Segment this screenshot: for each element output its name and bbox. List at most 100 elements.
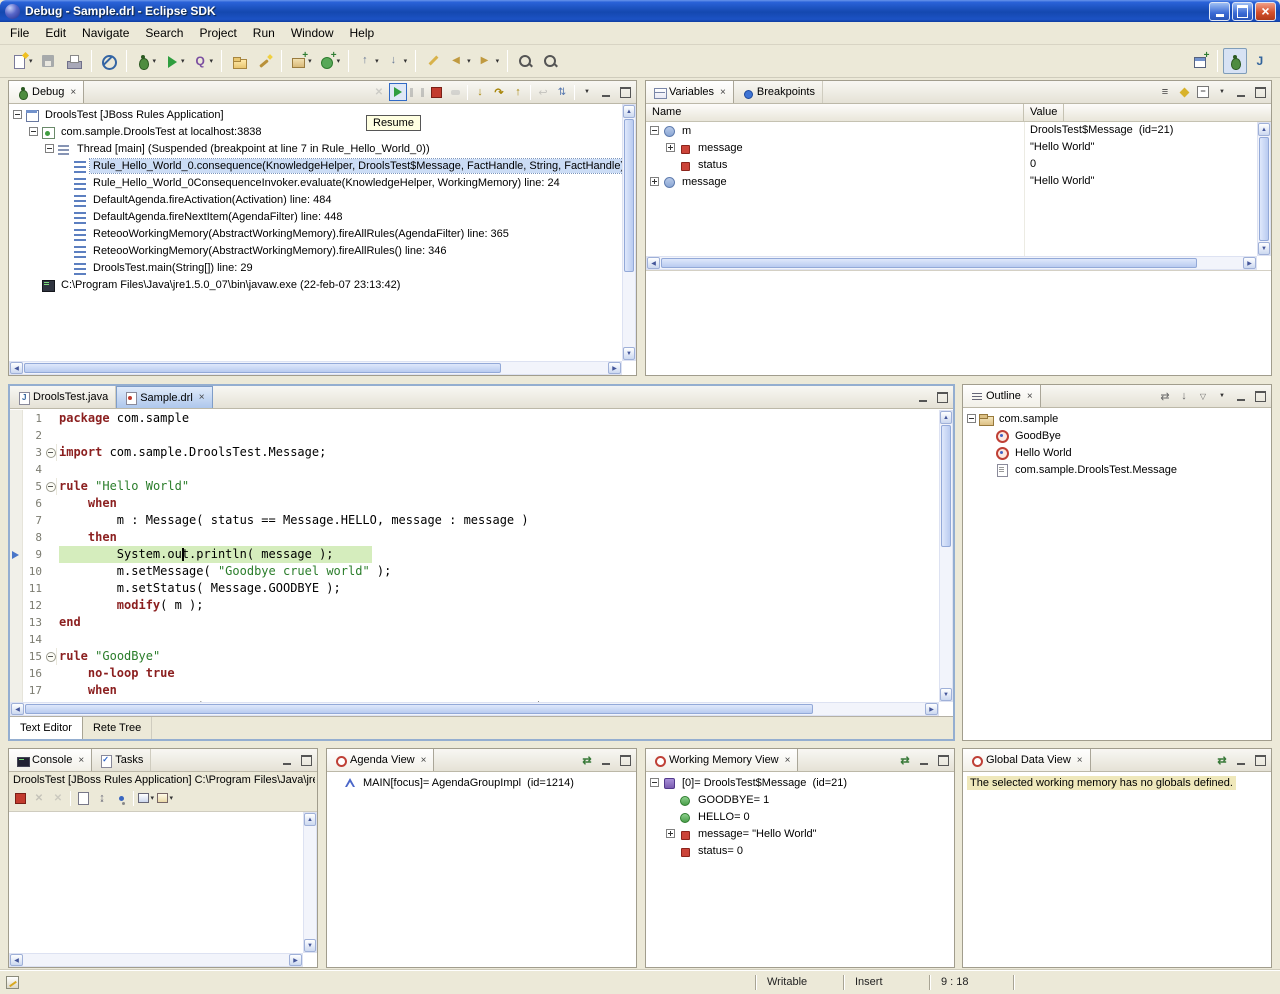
terminate-icon[interactable] [427,83,445,101]
expander-icon[interactable] [29,127,38,136]
breakpoint-margin[interactable] [10,546,23,563]
tree-row[interactable]: DroolsTest [JBoss Rules Application] [9,106,622,123]
breakpoint-margin[interactable] [10,631,23,648]
console-horizontal-scrollbar[interactable]: ◀ ▶ [9,953,303,967]
scrollbar-thumb[interactable] [661,258,1197,268]
tab-text-editor[interactable]: Text Editor [10,717,83,739]
maximize-view-icon[interactable] [616,751,634,769]
editor-horizontal-scrollbar[interactable]: ◀ ▶ [10,702,939,716]
tab-sample-drl[interactable]: Sample.drl × [116,386,212,408]
code-line[interactable]: 16 no-loop true [10,665,939,682]
dropdown-arrow-icon[interactable]: ▾ [337,57,341,65]
code-line[interactable]: 15 rule "GoodBye" [10,648,939,665]
scroll-left-icon[interactable]: ◀ [11,703,24,715]
sort-icon[interactable] [1175,387,1193,405]
code-line[interactable]: 8 then [10,529,939,546]
tree-row[interactable]: [0]= DroolsTest$Message (id=21) [646,774,954,791]
close-tab-icon[interactable]: × [70,87,76,98]
variables-row[interactable]: message "Hello World" [646,139,1257,156]
minimize-view-icon[interactable] [1232,387,1250,405]
expander-icon[interactable] [13,110,22,119]
breakpoint-margin[interactable] [10,563,23,580]
tree-row[interactable]: com.sample.DroolsTest.Message [963,461,1271,478]
window-minimize-button[interactable] [1209,2,1230,21]
maximize-view-icon[interactable] [934,751,952,769]
collapse-all-icon[interactable] [1194,83,1212,101]
disconnect-icon[interactable] [446,83,464,101]
tab-tasks[interactable]: Tasks [92,749,151,771]
scroll-up-icon[interactable]: ▲ [1258,123,1270,136]
scroll-left-icon[interactable]: ◀ [647,257,660,269]
tab-breakpoints[interactable]: Breakpoints [734,81,823,103]
dropdown-arrow-icon[interactable]: ▾ [210,57,214,65]
tree-row[interactable]: ReteooWorkingMemory(AbstractWorkingMemor… [9,225,622,242]
view-menu-icon[interactable] [578,83,596,101]
maximize-view-icon[interactable] [297,751,315,769]
tree-row[interactable]: DroolsTest.main(String[]) line: 29 [9,259,622,276]
open-element-button[interactable] [227,48,251,74]
scroll-right-icon[interactable]: ▶ [289,954,302,966]
scroll-up-icon[interactable]: ▲ [304,813,316,826]
expander-icon[interactable] [650,126,659,135]
tree-row[interactable]: GoodBye [963,427,1271,444]
close-tab-icon[interactable]: × [78,755,84,766]
tree-row[interactable]: Rule_Hello_World_0ConsequenceInvoker.eva… [9,174,622,191]
show-debug-selection-icon[interactable] [578,751,596,769]
show-logical-structures-icon[interactable] [1175,83,1193,101]
menu-item[interactable]: File [2,23,37,43]
step-over-icon[interactable] [490,83,508,101]
code-line[interactable]: 7 m : Message( status == Message.HELLO, … [10,512,939,529]
zoom-in-button[interactable] [513,48,537,74]
breakpoint-margin[interactable] [10,580,23,597]
new-package-button[interactable]: ▾ [287,48,315,74]
dropdown-arrow-icon[interactable]: ▾ [404,57,408,65]
tab-variables[interactable]: Variables × [646,81,734,103]
new-wizard-button[interactable]: ▾ [8,48,36,74]
maximize-view-icon[interactable] [1251,387,1269,405]
close-tab-icon[interactable]: × [199,392,205,403]
breakpoint-margin[interactable] [10,444,23,461]
view-menu-icon[interactable] [1213,83,1231,101]
fold-toggle-icon[interactable] [45,648,57,665]
minimize-view-icon[interactable] [914,388,932,406]
dropdown-arrow-icon[interactable]: ▾ [169,794,173,802]
dropdown-arrow-icon[interactable]: ▾ [181,57,185,65]
debug-vertical-scrollbar[interactable]: ▲ ▼ [622,104,636,361]
tree-row[interactable]: message= "Hello World" [646,825,954,842]
tab-console[interactable]: Console × [9,749,92,771]
code-line[interactable]: 4 [10,461,939,478]
minimize-view-icon[interactable] [1232,83,1250,101]
menu-item[interactable]: Navigate [74,23,137,43]
tree-row[interactable]: ReteooWorkingMemory(AbstractWorkingMemor… [9,242,622,259]
breakpoint-margin[interactable] [10,614,23,631]
show-debug-selection-icon[interactable] [896,751,914,769]
remove-all-launches-icon[interactable] [49,789,67,807]
dropdown-arrow-icon[interactable]: ▾ [308,57,312,65]
close-tab-icon[interactable]: × [720,87,726,98]
minimize-view-icon[interactable] [1232,751,1250,769]
open-console-icon[interactable]: ▾ [156,789,174,807]
code-line[interactable]: 1 package com.sample [10,410,939,427]
code-line[interactable]: 3 import com.sample.DroolsTest.Message; [10,444,939,461]
scroll-down-icon[interactable]: ▼ [304,939,316,952]
view-menu-icon[interactable] [1213,387,1231,405]
tree-row[interactable]: Rule_Hello_World_0.consequence(Knowledge… [9,157,622,174]
maximize-view-icon[interactable] [1251,751,1269,769]
new-class-button[interactable]: ▾ [316,48,344,74]
clear-console-icon[interactable] [74,789,92,807]
scroll-up-icon[interactable]: ▲ [940,411,952,424]
menu-item[interactable]: Run [245,23,283,43]
zoom-out-button[interactable] [538,48,562,74]
previous-annotation-button[interactable]: ▾ [354,48,382,74]
back-button[interactable]: ▾ [446,48,474,74]
step-return-icon[interactable] [509,83,527,101]
scrollbar-thumb[interactable] [624,119,634,272]
breakpoint-margin[interactable] [10,410,23,427]
variables-horizontal-scrollbar[interactable]: ◀ ▶ [646,256,1257,270]
expander-icon[interactable] [967,414,976,423]
filter-icon[interactable] [1194,387,1212,405]
maximize-view-icon[interactable] [616,83,634,101]
expander-icon[interactable] [45,144,54,153]
code-line[interactable]: 5 rule "Hello World" [10,478,939,495]
maximize-view-icon[interactable] [933,388,951,406]
